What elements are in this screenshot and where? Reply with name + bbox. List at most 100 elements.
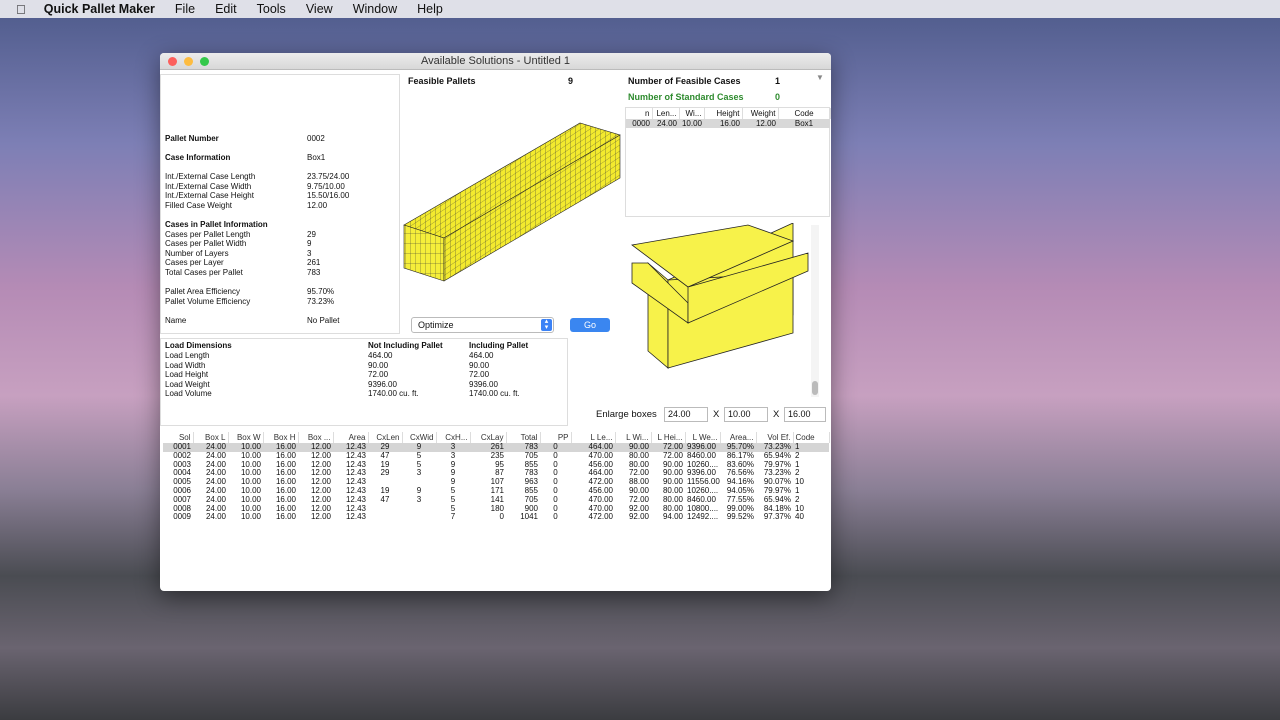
- solution-row[interactable]: 0002 24.00 10.00 16.00 12.00 12.43 47 5 3 235 705 0…: [163, 452, 829, 461]
- solution-row[interactable]: 0008 24.00 10.00 16.00 12.00 12.43 5 180 900 0 470…: [163, 505, 829, 514]
- column-header[interactable]: Box ...: [298, 432, 334, 443]
- solution-row[interactable]: 0004 24.00 10.00 16.00 12.00 12.43 29 3 9 87 783 0 4…: [163, 469, 829, 478]
- info-row: Int./External Case Width 9.75/10.00: [165, 182, 345, 191]
- menu-window[interactable]: Window: [353, 2, 397, 16]
- feasible-cases-count: 1: [775, 76, 781, 86]
- column-header[interactable]: CxH...: [436, 432, 471, 443]
- enlarge-boxes-label: Enlarge boxes: [596, 409, 657, 420]
- info-row: Cases per Pallet Width 9: [165, 239, 311, 248]
- cell: [368, 505, 402, 514]
- standard-cases-count: 0: [775, 92, 781, 102]
- menu-tools[interactable]: Tools: [257, 2, 286, 16]
- load-col-not-including: Not Including Pallet: [368, 341, 443, 350]
- value: 23.75/24.00: [307, 172, 350, 181]
- menu-help[interactable]: Help: [417, 2, 443, 16]
- column-header[interactable]: CxWid: [402, 432, 437, 443]
- disclosure-triangle-icon[interactable]: ▼: [816, 73, 824, 82]
- menu-edit[interactable]: Edit: [215, 2, 237, 16]
- col-width[interactable]: Wi...: [679, 108, 705, 119]
- cell: 94.00: [662, 513, 683, 522]
- cell: 12.43: [345, 513, 366, 522]
- cell: 171: [490, 486, 504, 495]
- menu-file[interactable]: File: [175, 2, 195, 16]
- label: Case Information: [165, 153, 231, 162]
- cell: 472.00: [588, 478, 613, 487]
- column-header[interactable]: CxLen: [368, 432, 403, 443]
- cell: 464.00: [571, 443, 615, 452]
- cell: 12492....: [687, 513, 719, 522]
- column-header[interactable]: CxLay: [470, 432, 507, 443]
- apple-menu-icon[interactable]: : [16, 2, 26, 17]
- column-header[interactable]: L Le...: [571, 432, 616, 443]
- cell: 24.00: [205, 486, 226, 495]
- info-row: Name No Pallet: [165, 316, 339, 325]
- col-length[interactable]: Len...: [652, 108, 680, 119]
- preview-scrollbar[interactable]: [811, 225, 819, 397]
- cell: 92.00: [628, 513, 649, 522]
- cell: 0004: [173, 469, 191, 478]
- cell: 12.00: [310, 495, 331, 504]
- cell: 0: [553, 504, 558, 513]
- minimize-button[interactable]: [184, 57, 193, 66]
- cases-table: n Len... Wi... Height Weight Code 0000 2…: [625, 107, 831, 217]
- enlarge-height-input[interactable]: 16.00: [784, 407, 826, 422]
- col-code[interactable]: Code: [778, 108, 831, 119]
- cell: 783: [524, 469, 538, 478]
- optimize-select[interactable]: Optimize ▴ ▾: [411, 317, 554, 333]
- cell: 24.00: [205, 451, 226, 460]
- cell: 90.00: [662, 460, 683, 469]
- solution-row[interactable]: 0006 24.00 10.00 16.00 12.00 12.43 19 9 5 171 855 0…: [163, 487, 829, 496]
- column-header[interactable]: Vol Ef.: [756, 432, 794, 443]
- cell: 0: [553, 469, 558, 478]
- column-header[interactable]: Total: [506, 432, 541, 443]
- column-header[interactable]: L Wi...: [615, 432, 652, 443]
- cell: 24.00: [652, 119, 679, 128]
- solution-row[interactable]: 0007 24.00 10.00 16.00 12.00 12.43 47 3 5 141 705 0…: [163, 496, 829, 505]
- load-row-value: 1740.00 cu. ft.: [368, 389, 419, 398]
- col-weight[interactable]: Weight: [742, 108, 779, 119]
- column-header[interactable]: Area: [333, 432, 369, 443]
- solution-row[interactable]: 0001 24.00 10.00 16.00 12.00 12.43 29 9 3 261 783 0…: [163, 443, 829, 452]
- cell: 16.00: [275, 495, 296, 504]
- cell: 0: [540, 443, 571, 452]
- cell: 10.00: [240, 469, 261, 478]
- menu-app-name[interactable]: Quick Pallet Maker: [44, 2, 155, 16]
- table-row[interactable]: 0000 24.00 10.00 16.00 12.00 Box1: [626, 119, 830, 128]
- column-header[interactable]: Box W: [228, 432, 264, 443]
- column-header[interactable]: Area...: [720, 432, 757, 443]
- close-button[interactable]: [168, 57, 177, 66]
- cell: 963: [524, 478, 538, 487]
- col-n[interactable]: n: [626, 108, 653, 119]
- cell: 0: [553, 495, 558, 504]
- load-row-value: 9396.00: [469, 379, 498, 389]
- info-row: Total Cases per Pallet 783: [165, 268, 320, 277]
- cell: 470.00: [588, 451, 613, 460]
- column-header[interactable]: Box L: [193, 432, 229, 443]
- column-header[interactable]: Sol: [163, 432, 194, 443]
- label: Total Cases per Pallet: [165, 268, 243, 277]
- column-header[interactable]: Code: [793, 432, 830, 443]
- info-row: Cases per Pallet Length 29: [165, 230, 316, 239]
- scrollbar-thumb[interactable]: [812, 381, 818, 395]
- menu-view[interactable]: View: [306, 2, 333, 16]
- cell: 77.55%: [726, 495, 754, 504]
- cell: 705: [524, 495, 538, 504]
- column-header[interactable]: L We...: [685, 432, 721, 443]
- solution-row[interactable]: 0005 24.00 10.00 16.00 12.00 12.43 9 107 963 0 472…: [163, 478, 829, 487]
- enlarge-length-input[interactable]: 24.00: [664, 407, 708, 422]
- case-box-3d-view: [631, 223, 809, 369]
- column-header[interactable]: PP: [540, 432, 572, 443]
- col-height[interactable]: Height: [704, 108, 743, 119]
- cell: 8460.00: [687, 495, 716, 504]
- zoom-button[interactable]: [200, 57, 209, 66]
- solution-row[interactable]: 0003 24.00 10.00 16.00 12.00 12.43 19 5 9 95 855 0 4…: [163, 461, 829, 470]
- load-row-value: 72.00: [469, 370, 490, 379]
- column-header[interactable]: Box H: [263, 432, 299, 443]
- solution-row[interactable]: 0009 24.00 10.00 16.00 12.00 12.43 7 0 1041 0 472.…: [163, 513, 829, 522]
- enlarge-width-input[interactable]: 10.00: [724, 407, 768, 422]
- go-button[interactable]: Go: [570, 318, 610, 332]
- column-header[interactable]: L Hei...: [651, 432, 686, 443]
- value: 15.50/16.00: [307, 191, 350, 200]
- cell: 0: [499, 513, 504, 522]
- label: Pallet Volume Efficiency: [165, 297, 251, 306]
